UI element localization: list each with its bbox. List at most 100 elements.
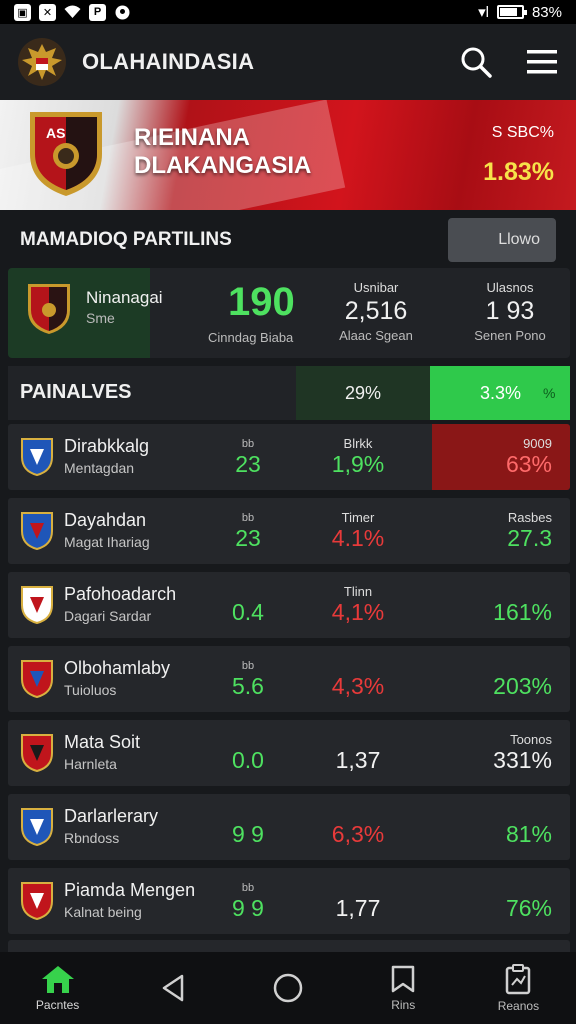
menu-icon[interactable] — [526, 48, 558, 76]
row-col-2-label — [308, 732, 408, 747]
wifi-icon — [64, 4, 81, 21]
clipboard-icon — [506, 964, 531, 995]
app-actions — [460, 46, 560, 78]
crest-text: AS — [46, 125, 65, 141]
row-col-3-label: Toonos — [510, 732, 552, 747]
row-col-3-value: 63% — [505, 451, 552, 477]
garuda-logo-icon[interactable] — [16, 36, 68, 88]
row-col-3: 81% — [458, 806, 558, 848]
row-col-1: bb 23 — [208, 438, 288, 478]
table-row[interactable]: Darlarlerary Rbndoss 9 9 6,3% 81% — [8, 794, 570, 860]
row-col-1-label: bb — [241, 438, 255, 450]
row-col-3-label — [458, 806, 552, 821]
table-row[interactable]: Dayahdan Magat Ihariag bb 23 Timer 4.1% Rasbes… — [8, 498, 570, 564]
percent-icon: % — [543, 385, 556, 401]
featured-stat-2: Ulasnos 1 93 Senen Pono — [450, 280, 570, 343]
row-col-3-value: 203% — [493, 673, 552, 699]
featured-stat-2-value: 1 93 — [485, 297, 535, 325]
battery-text: 83% — [531, 3, 562, 21]
home-icon — [41, 966, 74, 993]
table-header-mid[interactable]: 29% — [296, 366, 430, 420]
row-col-1-value: 23 — [235, 525, 261, 551]
status-bar: ▣ ✕ P ▾l 83% — [0, 0, 576, 24]
row-team-sub: Rbndoss — [64, 830, 120, 846]
row-col-3-label: 9009 — [523, 436, 552, 451]
row-col-1-label: bb — [241, 512, 255, 524]
row-col-3: 203% — [458, 658, 558, 700]
banner-code: S SBC% — [491, 124, 554, 141]
image-icon: ▣ — [14, 3, 31, 21]
table-title: PAINALVES — [20, 381, 132, 403]
row-col-1-value: 0.4 — [232, 599, 264, 625]
row-col-1-label — [208, 734, 288, 747]
row-team-name: Dirabkkalg — [64, 436, 150, 456]
table-header-right[interactable]: 3.3% % — [430, 366, 570, 420]
row-col-2: Tlinn 4,1% — [308, 584, 408, 626]
bookmark-icon — [391, 965, 415, 993]
row-col-2-label — [308, 806, 408, 821]
row-col-3-label: Rasbes — [507, 510, 552, 525]
hero-banner[interactable]: AS RIEINANA DLAKANGASIA S SBC% 1.83% — [0, 100, 576, 210]
table-row[interactable]: Piamda Mengen Kalnat being bb 9 9 1,77 76% — [8, 868, 570, 934]
row-col-2-value: 4,1% — [331, 599, 385, 625]
row-col-3-value: 27.3 — [507, 525, 552, 551]
banner-title-line2: DLAKANGASIA — [134, 152, 312, 179]
table-row-partial[interactable] — [8, 940, 570, 952]
row-col-1: bb 23 — [208, 512, 288, 552]
row-col-1-label — [208, 586, 288, 599]
banner-percent: 1.83% — [483, 158, 554, 186]
search-icon[interactable] — [460, 46, 492, 78]
row-team-sub: Dagari Sardar — [64, 608, 152, 624]
nav-home[interactable]: Pacntes — [0, 952, 115, 1024]
featured-sub: Sme — [86, 310, 115, 326]
table-row[interactable]: Mata Soit Harnleta 0.0 1,37 Toonos 331% — [8, 720, 570, 786]
row-col-3: Rasbes 27.3 — [458, 510, 558, 552]
row-col-2: 4,3% — [308, 658, 408, 700]
featured-big-value: 190 — [228, 280, 295, 324]
nav-back[interactable] — [115, 952, 230, 1024]
table-row[interactable]: Olbohamlaby Tuioluos bb 5.6 4,3% 203% — [8, 646, 570, 712]
row-col-1: 0.4 — [208, 586, 288, 626]
row-team-name: Pafohoadarch — [64, 584, 177, 604]
row-col-1: bb 9 9 — [208, 882, 288, 922]
section-button[interactable]: Llowo — [448, 218, 556, 262]
row-team-name: Olbohamlaby — [64, 658, 171, 678]
section-title: MAMADIOQ PARTILINS — [20, 229, 232, 250]
team-crest-icon — [21, 660, 53, 699]
back-icon — [162, 974, 184, 1002]
row-col-2-value: 1,77 — [335, 895, 381, 921]
row-col-2-label: Timer — [341, 510, 375, 525]
nav-circle[interactable] — [230, 952, 345, 1024]
featured-stat-2-sub: Senen Pono — [474, 328, 546, 343]
nav-clipboard-label: Reanos — [497, 999, 540, 1013]
signal-icon: ▾l — [478, 4, 489, 21]
x-icon: ✕ — [39, 3, 56, 21]
row-col-1-label — [208, 808, 288, 821]
table-row[interactable]: Dirabkkalg Mentagdan bb 23 Blrkk 1,9% 9009 63% — [8, 424, 570, 490]
nav-bookmark[interactable]: Rins — [346, 952, 461, 1024]
row-col-1-value: 23 — [235, 451, 261, 477]
battery-level — [499, 8, 518, 16]
row-team-name: Darlarlerary — [64, 806, 159, 826]
row-col-2: 1,77 — [308, 880, 408, 922]
bottom-nav: Pacntes Rins Reanos — [0, 952, 576, 1024]
row-team-name: Dayahdan — [64, 510, 147, 530]
table-header-right-value: 3.3% — [480, 382, 522, 403]
row-team-sub: Magat Ihariag — [64, 534, 150, 550]
nav-clipboard[interactable]: Reanos — [461, 952, 576, 1024]
table-row[interactable]: Pafohoadarch Dagari Sardar 0.4 Tlinn 4,1% 161… — [8, 572, 570, 638]
row-col-1-label: bb — [241, 660, 255, 672]
row-col-1: 9 9 — [208, 808, 288, 848]
row-col-2-value: 4,3% — [331, 673, 385, 699]
row-col-2-label: Tlinn — [343, 584, 373, 599]
row-col-2: 1,37 — [308, 732, 408, 774]
row-col-3: 76% — [458, 880, 558, 922]
featured-stat-2-label: Ulasnos — [486, 280, 534, 295]
row-col-2: Timer 4.1% — [308, 510, 408, 552]
nav-bookmark-label: Rins — [391, 998, 416, 1012]
featured-card[interactable]: Ninanagai Sme 190 Cinndag Biaba Usnibar … — [8, 268, 570, 358]
row-col-2: Blrkk 1,9% — [308, 436, 408, 478]
row-col-2-value: 1,37 — [335, 747, 381, 773]
nav-home-label: Pacntes — [35, 998, 80, 1012]
featured-stat-1-sub: Alaac Sgean — [339, 328, 413, 343]
